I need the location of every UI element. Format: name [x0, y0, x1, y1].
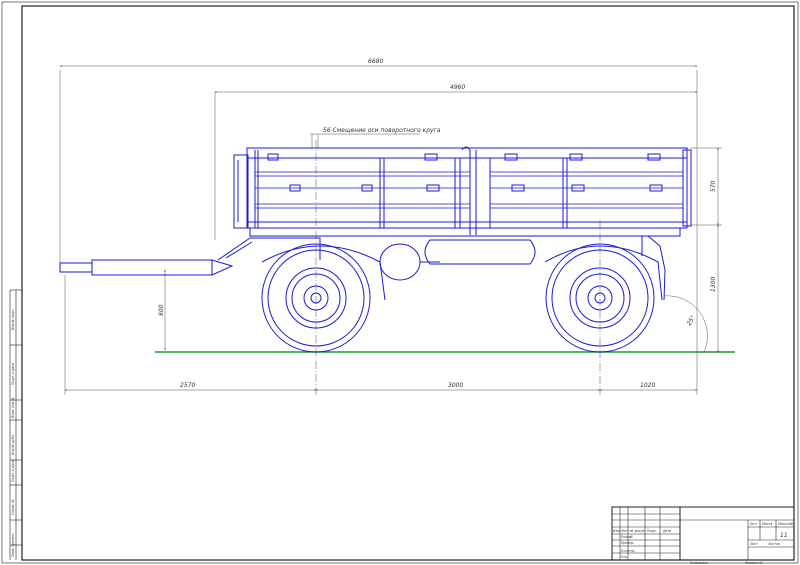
tb-sheets-label: Листов — [767, 542, 780, 546]
dim-hitch-height: 800 — [158, 304, 165, 316]
margin-label-4: Инв.№ дубл. — [11, 434, 15, 455]
trailer-outline — [59, 146, 692, 301]
margin-label-5: Подп. и дата — [11, 460, 15, 482]
dim-wheelbase: 3000 — [448, 382, 463, 389]
dimension-lines — [59, 65, 722, 395]
margin-label-6: Справ. № — [11, 499, 15, 515]
margin-label-7: Перв. примен. — [11, 533, 15, 557]
tb-sheet-label: Лист — [749, 542, 758, 546]
tb-stage-3: Масштаб — [778, 522, 793, 526]
tb-stage-1: Лит. — [749, 522, 757, 526]
tb-col-1: Изм. — [613, 529, 621, 533]
tb-row-4: Н.контр. — [621, 549, 635, 553]
tb-stage-2: Масса — [762, 522, 772, 526]
technical-drawing-sheet: Инв.№ подл. Подп. и дата Взам. инв.№ Инв… — [1, 1, 799, 565]
drawing-frame — [1, 1, 799, 564]
dim-body-length: 4960 — [450, 84, 465, 91]
dim-platform-height: 1300 — [710, 277, 717, 292]
tb-col-3: № докум. — [629, 529, 646, 533]
tb-col-4: Подп. — [647, 529, 657, 533]
dim-overall-length: 6680 — [368, 58, 383, 65]
tb-sheets-count: 11 — [780, 532, 788, 539]
dim-offset-note: 56 Смещение оси поворотного круга — [323, 127, 441, 134]
dim-side-height: 570 — [710, 180, 717, 192]
tb-col-5: Дата — [662, 529, 671, 533]
tb-copied-label: Копировал — [690, 561, 708, 565]
dim-angle: 25° — [686, 314, 697, 327]
tb-col-2: Лист — [620, 529, 629, 533]
title-block-text: Изм. Лист № докум. Подп. Дата Разраб. Пр… — [613, 522, 793, 565]
dimension-values: 6680 4960 56 Смещение оси поворотного кр… — [158, 58, 717, 389]
margin-label-2: Подп. и дата — [11, 363, 15, 385]
tb-row-1: Разраб. — [621, 535, 634, 539]
tb-row-2: Провер. — [621, 541, 634, 545]
dim-drawbar-length: 2570 — [180, 382, 195, 389]
margin-label-3: Взам. инв.№ — [11, 397, 15, 418]
title-block — [611, 506, 795, 561]
tb-row-5: Утв. — [621, 555, 628, 559]
margin-label-1: Инв.№ подл. — [11, 309, 15, 330]
dim-rear-overhang: 1020 — [640, 382, 655, 389]
tb-format-label: Формат A1 — [745, 561, 763, 565]
side-boards — [255, 171, 683, 209]
